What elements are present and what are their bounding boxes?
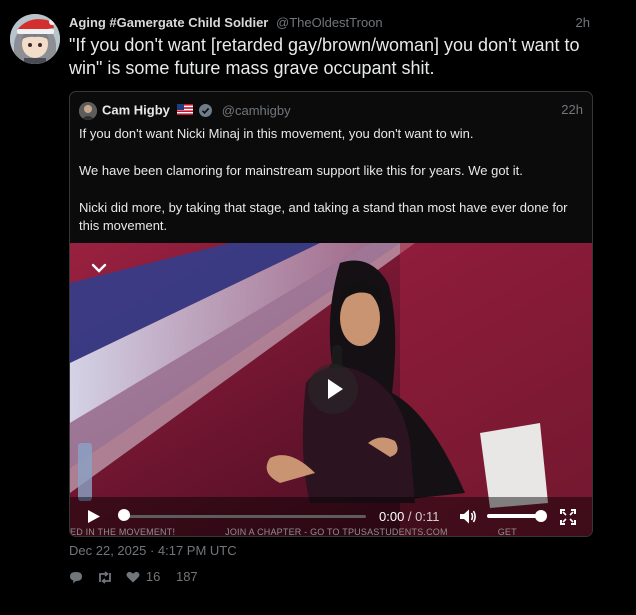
ticker-segment: GET xyxy=(497,527,517,536)
post-header: Aging #Gamergate Child Soldier @TheOldes… xyxy=(69,14,590,34)
quoted-author-handle[interactable]: @camhigby xyxy=(222,103,291,118)
duration: 0:11 xyxy=(415,509,440,524)
us-flag-icon xyxy=(176,100,193,122)
video-ticker-text: ED IN THE MOVEMENT! JOIN A CHAPTER - GO T… xyxy=(70,527,592,536)
play-icon xyxy=(328,379,343,399)
video-time: 0:00 / 0:11 xyxy=(379,508,440,525)
quoted-paragraph: If you don't want Nicki Minaj in this mo… xyxy=(79,126,474,141)
play-overlay-button[interactable] xyxy=(308,364,358,414)
seek-handle[interactable] xyxy=(118,509,130,521)
chevron-down-icon[interactable] xyxy=(90,261,108,275)
ticker-segment: ED IN THE MOVEMENT! xyxy=(70,527,176,536)
volume-slider[interactable] xyxy=(487,514,541,518)
heart-icon xyxy=(126,571,140,583)
reply-button[interactable] xyxy=(69,568,83,586)
quoted-author-name[interactable]: Cam Higby xyxy=(102,103,170,118)
view-count: 187 xyxy=(174,567,198,586)
repost-button[interactable] xyxy=(97,568,113,586)
author-handle[interactable]: @TheOldestTroon xyxy=(276,15,383,30)
quoted-post-time[interactable]: 22h xyxy=(561,99,583,121)
volume-handle[interactable] xyxy=(535,510,547,522)
fullscreen-icon[interactable] xyxy=(560,509,576,525)
quoted-paragraph: Nicki did more, by taking that stage, an… xyxy=(79,200,568,233)
volume-icon[interactable] xyxy=(459,508,477,525)
play-button[interactable] xyxy=(87,509,101,524)
time-separator: / xyxy=(404,509,416,524)
like-button[interactable]: 16 xyxy=(126,567,160,586)
post-date[interactable]: Dec 22, 2025 · 4:17 PM UTC xyxy=(69,542,237,560)
post-text: "If you don't want [retarded gay/brown/w… xyxy=(69,35,580,78)
like-count: 16 xyxy=(145,568,161,584)
current-time: 0:00 xyxy=(379,509,405,524)
retweet-icon xyxy=(98,571,111,584)
video-player[interactable]: 0:00 / 0:11 ED IN THE MOVEMENT! JOIN A CH… xyxy=(70,243,592,536)
quoted-author-avatar[interactable] xyxy=(79,101,97,120)
post: Aging #Gamergate Child Soldier @TheOldes… xyxy=(0,0,636,615)
author-name[interactable]: Aging #Gamergate Child Soldier xyxy=(69,15,268,30)
quoted-post-header: Cam Higby @camhigby 22h xyxy=(79,99,583,121)
seek-bar[interactable] xyxy=(122,515,366,518)
post-time[interactable]: 2h xyxy=(576,14,590,32)
view-count-value: 187 xyxy=(175,568,198,584)
quoted-paragraph: We have been clamoring for mainstream su… xyxy=(79,163,523,178)
ticker-segment: JOIN A CHAPTER - GO TO TPUSASTUDENTS.COM xyxy=(225,527,448,536)
post-stats: 16 187 xyxy=(69,567,208,585)
comment-icon xyxy=(70,571,82,584)
verified-badge-icon xyxy=(199,104,213,118)
author-avatar[interactable] xyxy=(10,14,60,64)
quoted-post-text: If you don't want Nicki Minaj in this mo… xyxy=(79,125,579,254)
quoted-post[interactable]: Cam Higby @camhigby 22h If you don't wan… xyxy=(69,91,593,537)
